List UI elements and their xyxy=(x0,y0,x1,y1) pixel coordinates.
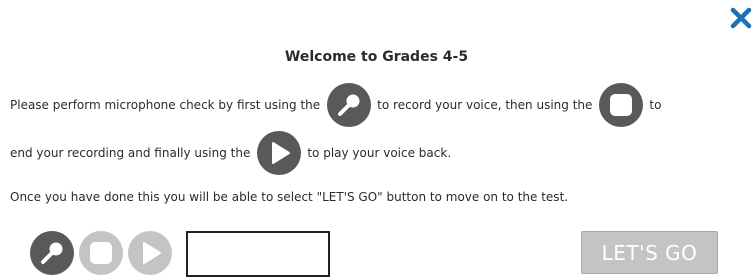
lets-go-button[interactable]: LET'S GO xyxy=(581,231,718,274)
instruction-line-3: Once you have done this you will be able… xyxy=(10,190,569,204)
inline-stop-button xyxy=(599,83,644,127)
instruction-text: Please perform microphone check by first… xyxy=(10,98,321,112)
microphone-icon xyxy=(41,242,63,264)
stop-button[interactable] xyxy=(79,231,123,275)
instruction-text: end your recording and finally using the xyxy=(10,146,251,160)
close-icon xyxy=(730,7,752,29)
instruction-text: to play your voice back. xyxy=(307,146,452,160)
close-button[interactable] xyxy=(729,6,753,30)
play-triangle-icon xyxy=(272,142,291,164)
instruction-line-2: end your recording and finally using the… xyxy=(10,131,451,175)
instruction-line-1: Please perform microphone check by first… xyxy=(10,83,661,127)
play-button[interactable] xyxy=(128,231,172,275)
instruction-text: to record your voice, then using the xyxy=(377,98,593,112)
microphone-icon xyxy=(338,94,360,116)
stop-square-icon xyxy=(90,242,112,264)
inline-play-button xyxy=(257,131,302,175)
play-triangle-icon xyxy=(143,242,161,264)
recording-controls xyxy=(30,231,177,275)
stop-square-icon xyxy=(610,94,633,116)
inline-record-button xyxy=(327,83,372,127)
record-button[interactable] xyxy=(30,231,74,275)
page-title: Welcome to Grades 4-5 xyxy=(284,49,469,65)
recording-status-box xyxy=(186,231,330,277)
instruction-text: to xyxy=(649,98,662,112)
